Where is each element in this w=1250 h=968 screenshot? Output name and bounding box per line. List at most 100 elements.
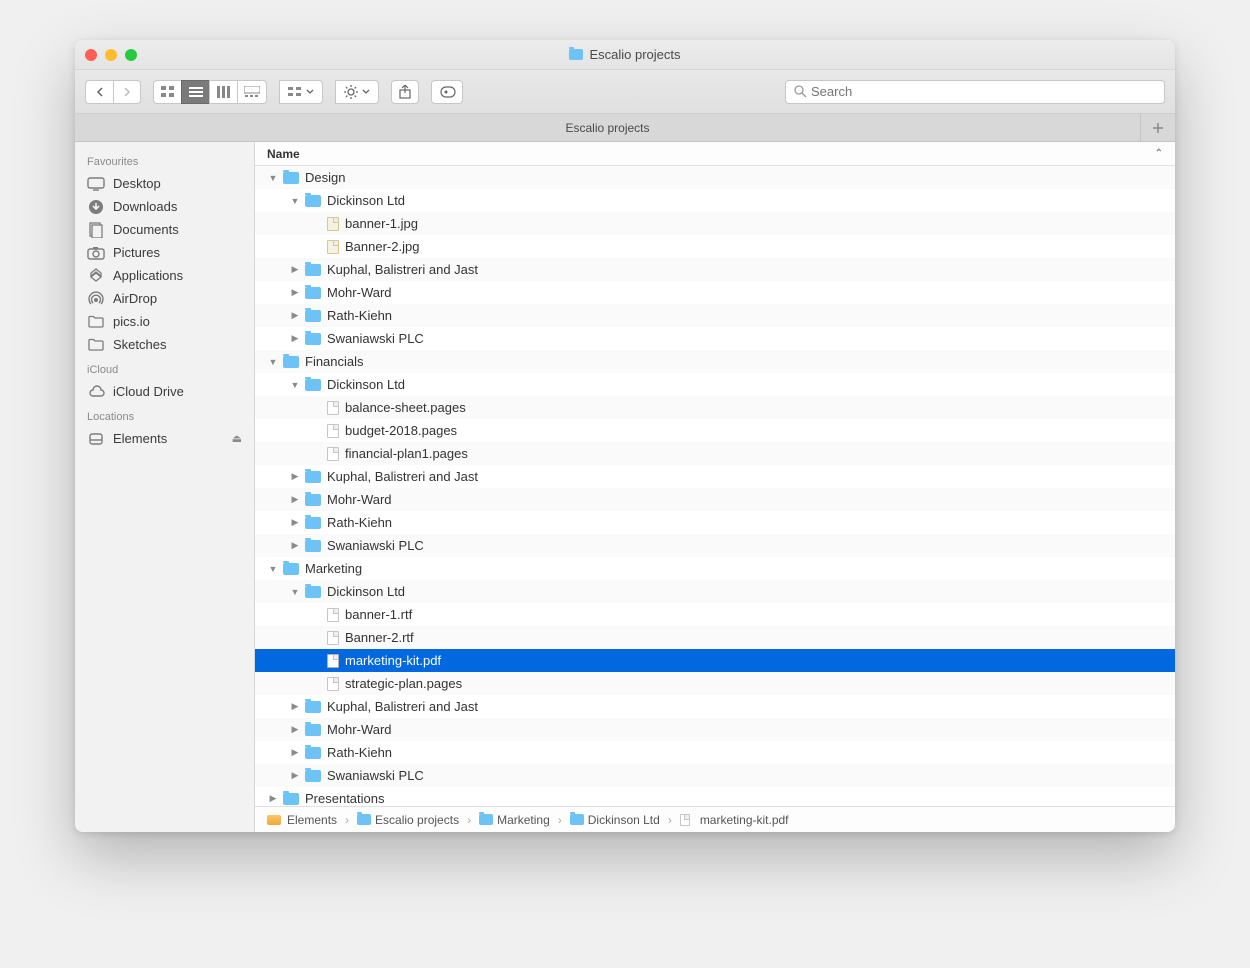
search-icon bbox=[794, 85, 807, 98]
search-field[interactable] bbox=[785, 80, 1165, 104]
disclosure-triangle-icon[interactable]: ▶ bbox=[289, 471, 301, 482]
disclosure-triangle-icon[interactable]: ▶ bbox=[289, 333, 301, 344]
close-button[interactable] bbox=[85, 49, 97, 61]
column-header[interactable]: Name ⌃ bbox=[255, 142, 1175, 166]
maximize-button[interactable] bbox=[125, 49, 137, 61]
download-icon bbox=[87, 200, 105, 214]
path-segment[interactable]: marketing-kit.pdf bbox=[700, 813, 789, 827]
folder-row[interactable]: ▼Dickinson Ltd bbox=[255, 373, 1175, 396]
disclosure-triangle-icon[interactable]: ▶ bbox=[289, 494, 301, 505]
sidebar-item-documents[interactable]: Documents bbox=[75, 218, 254, 241]
share-button[interactable] bbox=[391, 80, 419, 104]
folder-row[interactable]: ▶Kuphal, Balistreri and Jast bbox=[255, 258, 1175, 281]
path-segment[interactable]: Dickinson Ltd bbox=[588, 813, 660, 827]
camera-icon bbox=[87, 246, 105, 260]
file-row[interactable]: budget-2018.pages bbox=[255, 419, 1175, 442]
disclosure-triangle-icon[interactable]: ▶ bbox=[289, 517, 301, 528]
folder-row[interactable]: ▼Design bbox=[255, 166, 1175, 189]
tab-current[interactable]: Escalio projects bbox=[75, 114, 1141, 141]
folder-row[interactable]: ▶Swaniawski PLC bbox=[255, 327, 1175, 350]
traffic-lights bbox=[85, 49, 137, 61]
folder-row[interactable]: ▼Marketing bbox=[255, 557, 1175, 580]
disclosure-triangle-icon[interactable]: ▶ bbox=[289, 287, 301, 298]
disclosure-triangle-icon[interactable]: ▶ bbox=[289, 747, 301, 758]
action-button[interactable] bbox=[335, 80, 379, 104]
sidebar-heading: iCloud bbox=[75, 356, 254, 380]
file-icon bbox=[327, 631, 339, 645]
sidebar-item-desktop[interactable]: Desktop bbox=[75, 172, 254, 195]
sidebar-item-pictures[interactable]: Pictures bbox=[75, 241, 254, 264]
sidebar-item-pics-io[interactable]: pics.io bbox=[75, 310, 254, 333]
disclosure-triangle-icon[interactable]: ▼ bbox=[267, 564, 279, 574]
folder-row[interactable]: ▶Rath-Kiehn bbox=[255, 511, 1175, 534]
folder-row[interactable]: ▶Mohr-Ward bbox=[255, 488, 1175, 511]
chevron-right-icon bbox=[123, 87, 131, 97]
file-row[interactable]: Banner-2.rtf bbox=[255, 626, 1175, 649]
file-row[interactable]: marketing-kit.pdf bbox=[255, 649, 1175, 672]
file-row[interactable]: strategic-plan.pages bbox=[255, 672, 1175, 695]
disclosure-triangle-icon[interactable]: ▶ bbox=[289, 310, 301, 321]
path-segment[interactable]: Escalio projects bbox=[375, 813, 459, 827]
row-label: Mohr-Ward bbox=[327, 722, 392, 737]
folder-row[interactable]: ▶Rath-Kiehn bbox=[255, 304, 1175, 327]
file-row[interactable]: banner-1.rtf bbox=[255, 603, 1175, 626]
folder-row[interactable]: ▼Dickinson Ltd bbox=[255, 580, 1175, 603]
arrange-button[interactable] bbox=[279, 80, 323, 104]
sidebar-item-downloads[interactable]: Downloads bbox=[75, 195, 254, 218]
view-columns-button[interactable] bbox=[209, 80, 237, 104]
sidebar-item-sketches[interactable]: Sketches bbox=[75, 333, 254, 356]
folder-row[interactable]: ▶Swaniawski PLC bbox=[255, 534, 1175, 557]
disclosure-triangle-icon[interactable]: ▶ bbox=[289, 540, 301, 551]
row-label: banner-1.rtf bbox=[345, 607, 412, 622]
disclosure-triangle-icon[interactable]: ▼ bbox=[289, 196, 301, 206]
file-list[interactable]: ▼Design▼Dickinson Ltdbanner-1.jpgBanner-… bbox=[255, 166, 1175, 806]
disclosure-triangle-icon[interactable]: ▶ bbox=[289, 724, 301, 735]
sidebar-item-icloud-drive[interactable]: iCloud Drive bbox=[75, 380, 254, 403]
disclosure-triangle-icon[interactable]: ▼ bbox=[267, 357, 279, 367]
forward-button[interactable] bbox=[113, 80, 141, 104]
folder-row[interactable]: ▶ Rath-Kiehn bbox=[255, 741, 1175, 764]
folder-row[interactable]: ▶Presentations bbox=[255, 787, 1175, 806]
folder-row[interactable]: ▼Financials bbox=[255, 350, 1175, 373]
disclosure-triangle-icon[interactable]: ▼ bbox=[289, 380, 301, 390]
file-icon bbox=[327, 401, 339, 415]
path-segment[interactable]: Marketing bbox=[497, 813, 550, 827]
file-row[interactable]: balance-sheet.pages bbox=[255, 396, 1175, 419]
folder-row[interactable]: ▼Dickinson Ltd bbox=[255, 189, 1175, 212]
sidebar-item-elements[interactable]: Elements⏏ bbox=[75, 427, 254, 450]
disclosure-triangle-icon[interactable]: ▶ bbox=[267, 793, 279, 804]
folder-row[interactable]: ▶Mohr-Ward bbox=[255, 281, 1175, 304]
sidebar-item-applications[interactable]: Applications bbox=[75, 264, 254, 287]
view-icons-button[interactable] bbox=[153, 80, 181, 104]
file-row[interactable]: banner-1.jpg bbox=[255, 212, 1175, 235]
folder-row[interactable]: ▶ Mohr-Ward bbox=[255, 718, 1175, 741]
minimize-button[interactable] bbox=[105, 49, 117, 61]
folder-row[interactable]: ▶Swaniawski PLC bbox=[255, 764, 1175, 787]
back-button[interactable] bbox=[85, 80, 113, 104]
path-segment[interactable]: Elements bbox=[287, 813, 337, 827]
plus-icon bbox=[1152, 122, 1164, 134]
eject-icon[interactable]: ⏏ bbox=[232, 432, 242, 445]
search-input[interactable] bbox=[811, 84, 1156, 99]
file-row[interactable]: financial-plan1.pages bbox=[255, 442, 1175, 465]
disclosure-triangle-icon[interactable]: ▼ bbox=[267, 173, 279, 183]
tag-icon bbox=[438, 86, 456, 98]
row-label: Rath-Kiehn bbox=[327, 745, 392, 760]
sidebar-item-label: Downloads bbox=[113, 199, 177, 214]
folder-row[interactable]: ▶Kuphal, Balistreri and Jast bbox=[255, 465, 1175, 488]
tags-button[interactable] bbox=[431, 80, 463, 104]
view-gallery-button[interactable] bbox=[237, 80, 267, 104]
file-row[interactable]: Banner-2.jpg bbox=[255, 235, 1175, 258]
new-tab-button[interactable] bbox=[1141, 114, 1175, 141]
sidebar-item-airdrop[interactable]: AirDrop bbox=[75, 287, 254, 310]
path-bar[interactable]: Elements› Escalio projects› Marketing› D… bbox=[255, 806, 1175, 832]
disclosure-triangle-icon[interactable]: ▶ bbox=[289, 264, 301, 275]
main: Name ⌃ ▼Design▼Dickinson Ltdbanner-1.jpg… bbox=[255, 142, 1175, 832]
disclosure-triangle-icon[interactable]: ▼ bbox=[289, 587, 301, 597]
folder-row[interactable]: ▶Kuphal, Balistreri and Jast bbox=[255, 695, 1175, 718]
view-list-button[interactable] bbox=[181, 80, 209, 104]
row-label: financial-plan1.pages bbox=[345, 446, 468, 461]
disclosure-triangle-icon[interactable]: ▶ bbox=[289, 701, 301, 712]
disclosure-triangle-icon[interactable]: ▶ bbox=[289, 770, 301, 781]
disk-icon bbox=[267, 815, 281, 825]
